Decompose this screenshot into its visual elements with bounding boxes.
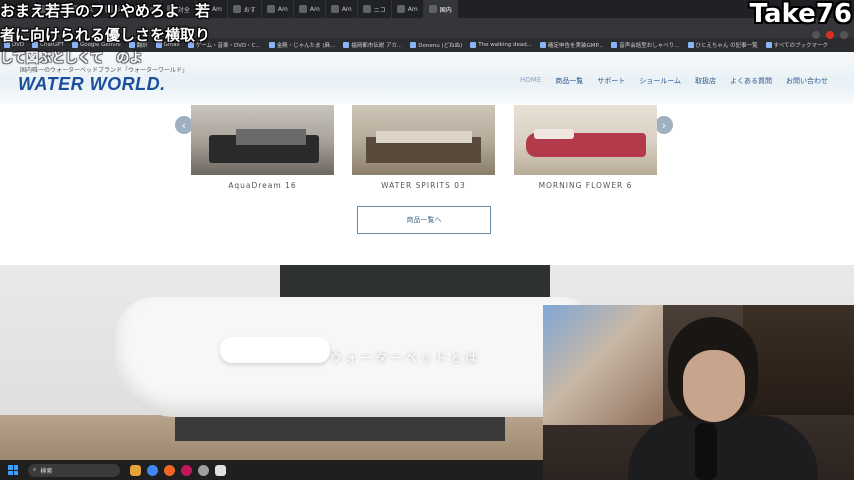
main-nav: HOME 商品一覧 サポート ショールーム 取扱店 よくある質問 お問い合わせ xyxy=(520,76,828,86)
bookmark-item[interactable]: Donenu (どねぬ) xyxy=(410,41,462,49)
bookmark-item[interactable]: The walking dead... xyxy=(470,42,532,48)
browser-tab[interactable]: Am xyxy=(392,0,424,18)
bookmark-label: 確定申告を実装GMP... xyxy=(548,43,604,49)
product-card[interactable]: MORNING FLOWER 6 xyxy=(514,105,657,190)
tab-favicon-icon xyxy=(298,5,307,13)
microphone xyxy=(695,423,717,480)
nav-item-products[interactable]: 商品一覧 xyxy=(555,76,583,86)
product-name[interactable]: AquaDream 16 xyxy=(191,181,334,190)
app-icon[interactable] xyxy=(215,464,226,476)
bookmark-icon xyxy=(343,42,350,48)
browser-tab[interactable]: 国内 xyxy=(423,0,458,18)
overlay-comment-line-1: おまえ若手のフリやめろよ 若 xyxy=(0,2,211,20)
app-icon[interactable] xyxy=(164,464,175,476)
bookmark-icon xyxy=(611,42,618,48)
chevron-left-icon: ‹ xyxy=(181,118,187,132)
tab-favicon-icon xyxy=(330,5,339,13)
app-icon[interactable] xyxy=(198,464,209,476)
browser-tab-label: Am xyxy=(407,5,418,13)
extensions-icon[interactable] xyxy=(812,31,820,39)
bookmark-icon xyxy=(687,42,694,48)
bookmark-icon xyxy=(410,42,417,48)
browser-tab-label: Am xyxy=(277,5,288,13)
browser-tab-label: 国内 xyxy=(439,6,452,14)
app-icon[interactable] xyxy=(181,464,192,476)
taskbar-search-label: 検索 xyxy=(40,467,53,475)
browser-tab[interactable]: Am xyxy=(326,0,358,18)
nav-item-showroom[interactable]: ショールーム xyxy=(639,76,681,86)
bookmark-item[interactable]: ひとえちゃん の記事一覧 xyxy=(687,41,758,49)
overlay-comment-line-3: して図ぶとしくて のよ xyxy=(0,51,143,66)
app-icon[interactable] xyxy=(130,464,141,476)
browser-tab-label: おす xyxy=(243,6,256,14)
browser-tab-label: Am xyxy=(309,5,320,13)
bookmark-label: 金殿・じゃんたま (麻... xyxy=(276,43,336,49)
product-image[interactable] xyxy=(191,105,334,175)
product-list-button[interactable]: 商品一覧へ xyxy=(357,206,491,234)
browser-tab-label: Am xyxy=(341,5,352,13)
bookmark-item[interactable]: 金殿・じゃんたま (麻... xyxy=(268,41,336,49)
search-icon: ⌕ xyxy=(33,466,37,473)
hero-title: ウォーターベッドとは xyxy=(330,351,481,365)
browser-tab-label: ニコ xyxy=(373,6,386,14)
tab-favicon-icon xyxy=(232,5,241,13)
product-card[interactable]: AquaDream 16 xyxy=(191,105,334,190)
chrome-icon[interactable] xyxy=(147,464,158,476)
webcam-overlay xyxy=(543,305,854,480)
bookmark-icon xyxy=(540,42,547,48)
menu-icon[interactable] xyxy=(840,31,848,39)
product-image[interactable] xyxy=(352,105,495,175)
overlay-comment-line-2: 者に向けられる優しさを横取り xyxy=(0,26,211,44)
bookmark-label: ひとえちゃん の記事一覧 xyxy=(695,43,758,49)
bookmark-label: 福岡都市伝説 アカ... xyxy=(351,43,403,49)
browser-tab[interactable]: おす xyxy=(228,0,262,18)
shelf xyxy=(743,305,854,415)
tab-favicon-icon xyxy=(396,5,405,13)
nav-item-faq[interactable]: よくある質問 xyxy=(730,76,772,86)
nav-item-dealers[interactable]: 取扱店 xyxy=(695,76,716,86)
browser-tab[interactable]: Am xyxy=(262,0,294,18)
bookmark-item[interactable]: 福岡都市伝説 アカ... xyxy=(343,41,402,49)
channel-name: Take76 xyxy=(749,0,852,29)
taskbar-search[interactable]: ⌕ 検索 xyxy=(28,463,120,477)
streamer-face xyxy=(683,350,745,422)
product-name[interactable]: MORNING FLOWER 6 xyxy=(514,181,657,190)
product-card[interactable]: WATER SPIRITS 03 xyxy=(352,105,495,190)
bookmark-label: The walking dead... xyxy=(478,42,533,48)
chevron-right-icon: › xyxy=(661,118,667,132)
bookmark-icon xyxy=(470,42,477,48)
browser-tab[interactable]: ニコ xyxy=(358,0,392,18)
product-name[interactable]: WATER SPIRITS 03 xyxy=(352,181,495,190)
bookmark-item[interactable]: 音声会話型おしゃべり... xyxy=(611,41,680,49)
nav-item-contact[interactable]: お問い合わせ xyxy=(786,76,828,86)
tab-favicon-icon xyxy=(428,5,437,13)
bookmark-label: Donenu (どねぬ) xyxy=(418,43,463,49)
nav-item-support[interactable]: サポート xyxy=(597,76,625,86)
carousel-next-button[interactable]: › xyxy=(655,116,673,134)
windows-start-icon[interactable] xyxy=(8,465,18,475)
poster-wall xyxy=(543,305,663,425)
bookmark-icon xyxy=(765,42,772,48)
browser-tab-label: Am xyxy=(211,5,222,13)
nav-item-home[interactable]: HOME xyxy=(520,76,541,86)
bookmark-label: 音声会話型おしゃべり... xyxy=(619,43,680,49)
tab-favicon-icon xyxy=(266,5,275,13)
browser-tab[interactable]: Am xyxy=(294,0,326,18)
profile-icon[interactable] xyxy=(826,31,834,39)
bookmark-item[interactable]: 確定申告を実装GMP... xyxy=(540,41,603,49)
tab-favicon-icon xyxy=(362,5,371,13)
product-image[interactable] xyxy=(514,105,657,175)
bookmark-icon xyxy=(268,42,275,48)
site-logo[interactable]: WATER WORLD. xyxy=(18,74,166,95)
